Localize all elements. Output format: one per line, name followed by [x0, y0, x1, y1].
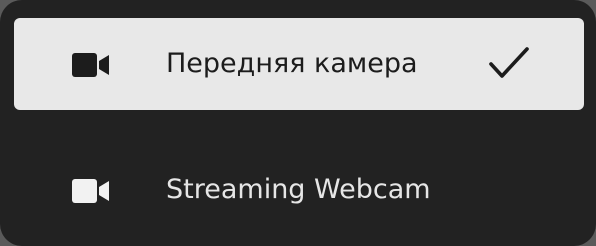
video-camera-icon	[72, 179, 110, 203]
menu-item-label: Передняя камера	[166, 48, 418, 79]
menu-item-streaming-webcam[interactable]: Streaming Webcam	[14, 144, 584, 236]
camera-selection-menu: Передняя камера Streaming Webcam	[0, 0, 596, 246]
menu-item-label: Streaming Webcam	[166, 174, 431, 205]
video-camera-icon	[72, 53, 110, 77]
checkmark-icon	[488, 46, 530, 82]
menu-item-front-camera[interactable]: Передняя камера	[14, 18, 584, 110]
